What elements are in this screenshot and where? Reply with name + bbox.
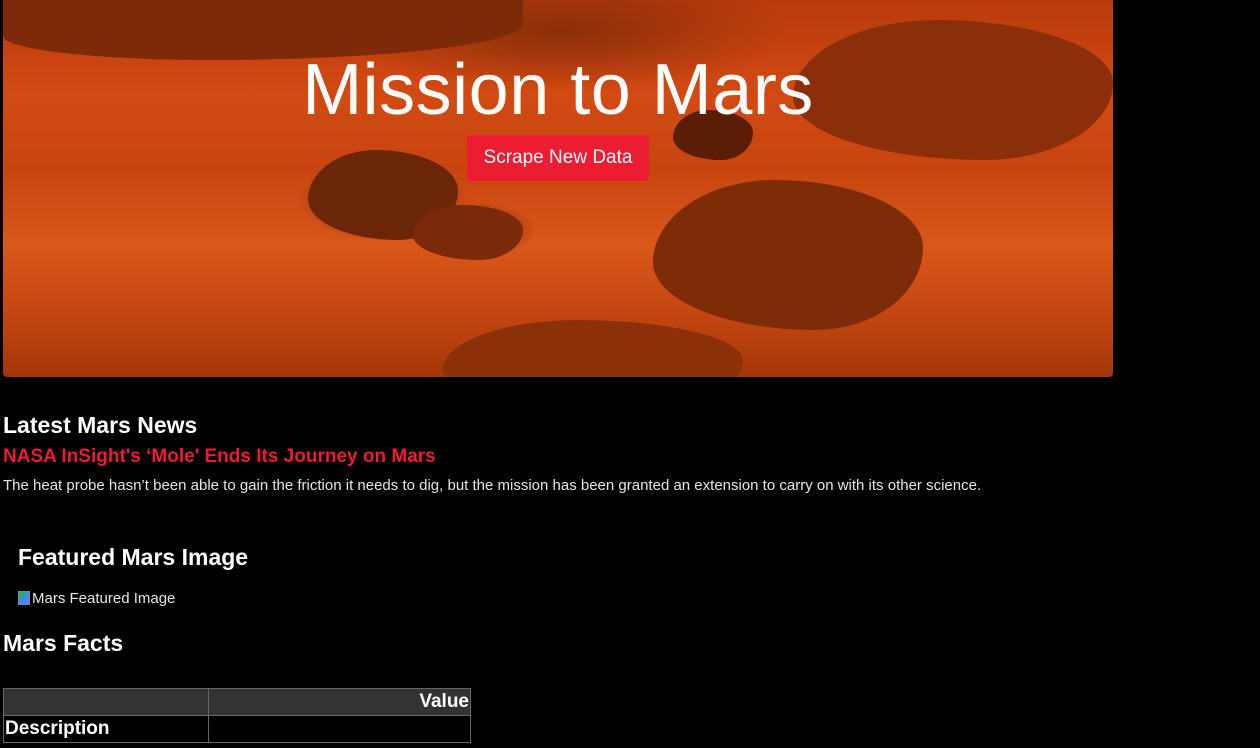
featured-image-alt-text: Mars Featured Image — [32, 589, 176, 607]
mars-facts-table: Value Description — [2, 688, 471, 743]
news-heading: Latest Mars News — [3, 412, 198, 438]
table-header-cell: Value — [208, 688, 471, 716]
page: Mission to Mars Scrape New Data Latest M… — [0, 0, 1260, 748]
news-teaser: The heat probe hasn’t been able to gain … — [3, 477, 982, 494]
hero-content: Mission to Mars Scrape New Data — [3, 50, 1113, 181]
featured-image-heading: Featured Mars Image — [18, 544, 249, 570]
table-header-row: Value — [2, 688, 471, 716]
table-row: Description — [2, 715, 471, 743]
hero-rock-decoration — [443, 320, 743, 377]
news-title-link[interactable]: NASA InSight's ‘Mole' Ends Its Journey o… — [3, 444, 1203, 470]
mars-facts-section: Mars Facts Value Description — [2, 628, 471, 743]
table-header-cell — [2, 688, 210, 716]
page-title: Mission to Mars — [302, 50, 814, 130]
table-cell — [208, 715, 471, 743]
hero-rock-decoration — [413, 205, 523, 260]
hero-rock-decoration — [653, 180, 923, 330]
broken-image-icon — [18, 591, 30, 605]
featured-image: Mars Featured Image — [18, 588, 248, 608]
featured-image-section: Featured Mars Image Mars Featured Image — [18, 542, 248, 608]
news-section: Latest Mars News NASA InSight's ‘Mole' E… — [3, 410, 1203, 496]
scrape-new-data-button[interactable]: Scrape New Data — [466, 135, 650, 181]
table-row-label: Description — [2, 715, 210, 743]
mars-facts-heading: Mars Facts — [3, 630, 124, 656]
hero-banner: Mission to Mars Scrape New Data — [3, 0, 1113, 377]
